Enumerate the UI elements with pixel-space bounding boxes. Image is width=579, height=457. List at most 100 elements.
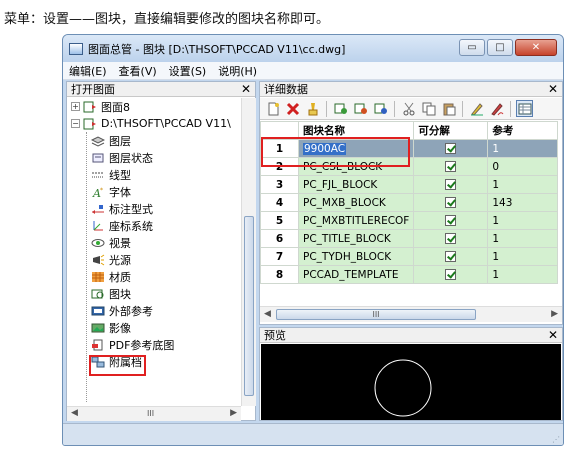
table-row[interactable]: 4 PC_MXB_BLOCK 143 [260,193,558,212]
toolbar-separator [462,100,463,117]
menu-bar: 编辑(E) 查看(V) 设置(S) 说明(H) [63,62,563,80]
tree-item-layers[interactable]: 图层 [67,132,241,149]
reference-count: 1 [487,265,558,284]
tree-item-coordinate-systems[interactable]: 座标系统 [67,217,241,234]
block-name-cell[interactable]: PC_TITLE_BLOCK [297,229,415,248]
explodable-checkbox[interactable] [445,251,457,262]
scroll-right-arrow-icon[interactable]: ▶ [551,309,558,319]
explodable-checkbox[interactable] [445,269,457,280]
table-row[interactable]: 6 PC_TITLE_BLOCK 1 [260,229,558,248]
preview-header: 预览 ✕ [260,328,562,343]
row-number: 3 [260,175,299,194]
close-icon[interactable]: ✕ [241,82,251,96]
block-name-cell[interactable]: PC_MXBTITLERECOF [297,211,415,230]
purge-icon[interactable] [304,100,321,117]
explodable-checkbox[interactable] [445,233,457,244]
explodable-cell [413,157,489,176]
explodable-checkbox[interactable] [445,161,457,172]
column-header-explodable[interactable]: 可分解 [413,121,489,140]
tree-item-fonts[interactable]: A * 字体 [67,183,241,200]
resize-grip-icon[interactable]: ⋰ [552,435,560,444]
scroll-left-arrow-icon[interactable]: ◀ [71,408,78,418]
cut-icon[interactable] [400,100,417,117]
close-button[interactable]: ✕ [515,39,557,56]
drawing-tree: + 图面8 − D:\THSOFT\PCCAD V11\ 图层 图层状态 线型 [67,98,241,406]
explodable-cell [413,211,489,230]
open-drawings-title: 打开图面 [71,83,115,96]
tree-item-pdf-underlays[interactable]: PDF参考底图 [67,336,241,353]
table-row[interactable]: 8 PCCAD_TEMPLATE 1 [260,265,558,284]
explodable-checkbox[interactable] [445,215,457,226]
layer-icon [91,135,105,147]
insert-block-icon[interactable] [332,100,349,117]
table-horizontal-scrollbar[interactable]: ◀ III ▶ [260,306,562,322]
tree-item-materials[interactable]: 材质 [67,268,241,285]
explode-block-icon[interactable] [372,100,389,117]
tree-item-layer-states[interactable]: 图层状态 [67,149,241,166]
explodable-cell [413,139,489,158]
explodable-cell [413,193,489,212]
tree-item-lights[interactable]: 光源 [67,251,241,268]
minimize-button[interactable]: ▭ [459,39,485,56]
tree-item-drawing8[interactable]: + 图面8 [67,98,241,115]
collapse-icon[interactable]: − [71,119,80,128]
explodable-checkbox[interactable] [445,197,457,208]
explodable-checkbox[interactable] [445,143,457,154]
row-number: 4 [260,193,299,212]
delete-icon[interactable] [284,100,301,117]
edit-block-icon[interactable] [352,100,369,117]
explodable-cell [413,265,489,284]
close-icon[interactable]: ✕ [548,82,558,96]
details-pane: 详细数据 ✕ 图块名称 可分解 参考 1 9900AC 1 2 PC_CSL_B… [259,81,563,325]
material-icon [92,271,104,282]
menu-view[interactable]: 查看(V) [119,63,157,79]
rename-icon[interactable] [468,100,485,117]
menu-settings[interactable]: 设置(S) [169,63,207,79]
drawing-icon [83,118,96,129]
scroll-right-arrow-icon[interactable]: ▶ [230,408,237,418]
tree-scroll-thumb[interactable] [244,216,254,396]
scroll-left-arrow-icon[interactable]: ◀ [264,309,271,319]
details-header: 详细数据 ✕ [260,82,562,97]
tree-item-current-drawing[interactable]: − D:\THSOFT\PCCAD V11\ [67,115,241,132]
tree-item-external-references[interactable]: 外部参考 [67,302,241,319]
tree-item-blocks[interactable]: 图块 [67,285,241,302]
column-header-references[interactable]: 参考 [487,121,558,140]
tree-item-views[interactable]: 视景 [67,234,241,251]
new-icon[interactable] [264,100,281,117]
maximize-button[interactable]: □ [487,39,513,56]
toolbar-separator [394,100,395,117]
expand-icon[interactable]: + [71,102,80,111]
list-view-icon[interactable] [516,100,533,117]
close-icon[interactable]: ✕ [548,328,558,342]
row-number: 6 [260,229,299,248]
image-icon [91,323,105,332]
table-row[interactable]: 7 PC_TYDH_BLOCK 1 [260,247,558,266]
menu-help[interactable]: 说明(H) [218,63,257,79]
block-name-cell[interactable]: PC_FJL_BLOCK [297,175,415,194]
tree-item-images[interactable]: 影像 [67,319,241,336]
details-toolbar [260,98,562,120]
menu-edit[interactable]: 编辑(E) [69,63,107,79]
light-icon [93,254,105,265]
layer-state-icon [92,153,104,162]
table-row[interactable]: 5 PC_MXBTITLERECOF 1 [260,211,558,230]
table-scroll-thumb[interactable]: III [276,309,476,320]
app-icon [69,42,83,55]
table-row[interactable]: 3 PC_FJL_BLOCK 1 [260,175,558,194]
ucs-icon [93,220,103,230]
preview-title: 预览 [264,329,286,342]
tree-vertical-scrollbar[interactable] [241,98,256,406]
paste-icon[interactable] [440,100,457,117]
explodable-checkbox[interactable] [445,179,457,190]
tree-item-linetypes[interactable]: 线型 [67,166,241,183]
tree-item-dimension-styles[interactable]: 标注型式 [67,200,241,217]
properties-icon[interactable] [488,100,505,117]
tree-horizontal-scrollbar[interactable]: ◀ III ▶ [67,406,241,421]
block-name-cell[interactable]: PCCAD_TEMPLATE [297,265,415,284]
highlight-box-blocks [89,355,146,376]
block-name-cell[interactable]: PC_TYDH_BLOCK [297,247,415,266]
block-name-cell[interactable]: PC_MXB_BLOCK [297,193,415,212]
copy-icon[interactable] [420,100,437,117]
block-preview-circle [374,359,432,417]
